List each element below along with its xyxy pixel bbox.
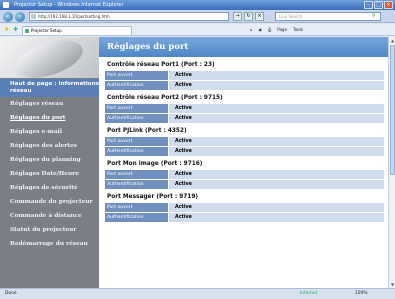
section-title: Port Mon image (Port : 9716) — [107, 161, 203, 167]
close-button[interactable]: × — [384, 1, 393, 9]
port-section: Port Messager (Port : 9719) Port ouvert A… — [99, 190, 388, 222]
row-value: Active — [169, 104, 384, 113]
port-section: Contrôle réseau Port2 (Port : 9715) Port… — [99, 91, 388, 123]
feeds-icon[interactable]: ◉ — [259, 26, 263, 34]
row-value: Active — [169, 114, 384, 123]
sidebar-item-projector-control[interactable]: Commande du projecteur — [0, 195, 99, 209]
sidebar-menu: Haut de page : Informations réseau Régla… — [0, 79, 99, 251]
row-label: Authentification — [105, 213, 168, 222]
sidebar-item-security[interactable]: Réglages de sécurité — [0, 181, 99, 195]
section-title: Contrôle réseau Port1 (Port : 23) — [107, 62, 215, 68]
port-section: Port Mon image (Port : 9716) Port ouvert… — [99, 157, 388, 189]
minimize-button[interactable]: – — [364, 1, 373, 9]
row-value: Active — [169, 213, 384, 222]
tools-menu[interactable]: Tools — [293, 26, 303, 34]
table-row: Authentification Active — [105, 180, 384, 189]
back-icon[interactable]: ‹ — [3, 12, 13, 22]
home-icon[interactable]: ⌂ — [250, 26, 253, 34]
sidebar-item-email-settings[interactable]: Réglages e-mail — [0, 125, 99, 139]
address-text: http://192.168.1.10/portsetting.htm — [38, 14, 110, 19]
table-row: Port ouvert Active — [105, 137, 384, 146]
port-section: Contrôle réseau Port1 (Port : 23) Port o… — [99, 58, 388, 90]
vertical-scrollbar[interactable]: ▲ ▼ — [388, 37, 395, 288]
sidebar-item-alert-settings[interactable]: Réglages des alertes — [0, 139, 99, 153]
favorites-star-icon[interactable]: ★ — [4, 26, 9, 33]
row-value: Active — [169, 137, 384, 146]
stop-icon[interactable]: × — [255, 12, 264, 21]
search-input[interactable]: Live Search ⚲ — [275, 12, 381, 21]
print-icon[interactable]: ⎙ — [268, 26, 271, 34]
row-label: Port ouvert — [105, 170, 168, 179]
sidebar-item-network-restart[interactable]: Redémarrage du réseau — [0, 237, 99, 251]
row-label: Port ouvert — [105, 104, 168, 113]
sidebar-item-port-settings[interactable]: Réglages du port — [0, 111, 99, 125]
window-title: Projector Setup - Windows Internet Explo… — [14, 2, 124, 8]
page-title: Réglages du port — [99, 37, 388, 57]
tab-page-icon — [25, 29, 29, 33]
row-value: Active — [169, 147, 384, 156]
table-row: Port ouvert Active — [105, 71, 384, 80]
scroll-thumb[interactable] — [390, 45, 395, 175]
table-row: Authentification Active — [105, 147, 384, 156]
status-text: Done — [5, 291, 17, 296]
search-icon[interactable]: ⚲ — [372, 13, 379, 20]
row-value: Active — [169, 180, 384, 189]
table-row: Authentification Active — [105, 213, 384, 222]
browser-tab[interactable]: Projector Setup — [22, 26, 132, 35]
row-label: Authentification — [105, 147, 168, 156]
page-menu[interactable]: Page — [277, 26, 287, 34]
sidebar-item-remote-control[interactable]: Commande à distance — [0, 209, 99, 223]
row-value: Active — [169, 81, 384, 90]
row-label: Authentification — [105, 180, 168, 189]
row-label: Port ouvert — [105, 203, 168, 212]
row-label: Port ouvert — [105, 71, 168, 80]
search-placeholder: Live Search — [279, 14, 303, 19]
sidebar-item-schedule-settings[interactable]: Réglages du planning — [0, 153, 99, 167]
scroll-down-icon[interactable]: ▼ — [389, 281, 395, 288]
tab-title: Projector Setup — [31, 28, 62, 33]
tab-row: ★ ✚ Projector Setup ⌂ ◉ ⎙ Page Tools — [0, 24, 395, 36]
row-value: Active — [169, 203, 384, 212]
command-bar: ⌂ ◉ ⎙ Page Tools — [250, 26, 303, 34]
refresh-icon[interactable]: ↻ — [244, 12, 253, 21]
section-title: Port Messager (Port : 9719) — [107, 194, 198, 200]
table-row: Authentification Active — [105, 81, 384, 90]
table-row: Port ouvert Active — [105, 104, 384, 113]
page-icon — [31, 14, 36, 19]
row-label: Port ouvert — [105, 137, 168, 146]
section-title: Port PJLink (Port : 4352) — [107, 128, 187, 134]
forward-icon[interactable]: › — [15, 12, 25, 22]
status-bar: Done Internet 100% — [0, 288, 395, 299]
row-label: Authentification — [105, 81, 168, 90]
sidebar-item-top-page[interactable]: Haut de page : Informations réseau — [0, 79, 99, 97]
security-zone: Internet — [300, 291, 318, 296]
go-icon[interactable]: → — [233, 12, 242, 21]
sidebar: Haut de page : Informations réseau Régla… — [0, 37, 99, 288]
address-bar[interactable]: http://192.168.1.10/portsetting.htm — [29, 12, 229, 21]
maximize-button[interactable]: □ — [374, 1, 383, 9]
logo-shape — [10, 37, 88, 78]
port-section: Port PJLink (Port : 4352) Port ouvert Act… — [99, 124, 388, 156]
window-titlebar: Projector Setup - Windows Internet Explo… — [0, 0, 395, 10]
table-row: Authentification Active — [105, 114, 384, 123]
sidebar-item-date-time[interactable]: Réglages Date/Heure — [0, 167, 99, 181]
sidebar-item-network-settings[interactable]: Réglages réseau — [0, 97, 99, 111]
zoom-level[interactable]: 100% — [355, 289, 368, 299]
row-value: Active — [169, 170, 384, 179]
main-content: Réglages du port Contrôle réseau Port1 (… — [99, 37, 388, 288]
window-controls: – □ × — [364, 1, 393, 9]
table-row: Port ouvert Active — [105, 170, 384, 179]
scroll-up-icon[interactable]: ▲ — [389, 37, 395, 44]
sidebar-item-projector-status[interactable]: Statut du projecteur — [0, 223, 99, 237]
logo — [0, 37, 99, 78]
browser-icon — [3, 2, 9, 8]
row-value: Active — [169, 71, 384, 80]
section-title: Contrôle réseau Port2 (Port : 9715) — [107, 95, 223, 101]
row-label: Authentification — [105, 114, 168, 123]
table-row: Port ouvert Active — [105, 203, 384, 212]
add-favorite-icon[interactable]: ✚ — [13, 26, 18, 33]
address-row: ‹ › http://192.168.1.10/portsetting.htm … — [0, 10, 395, 23]
